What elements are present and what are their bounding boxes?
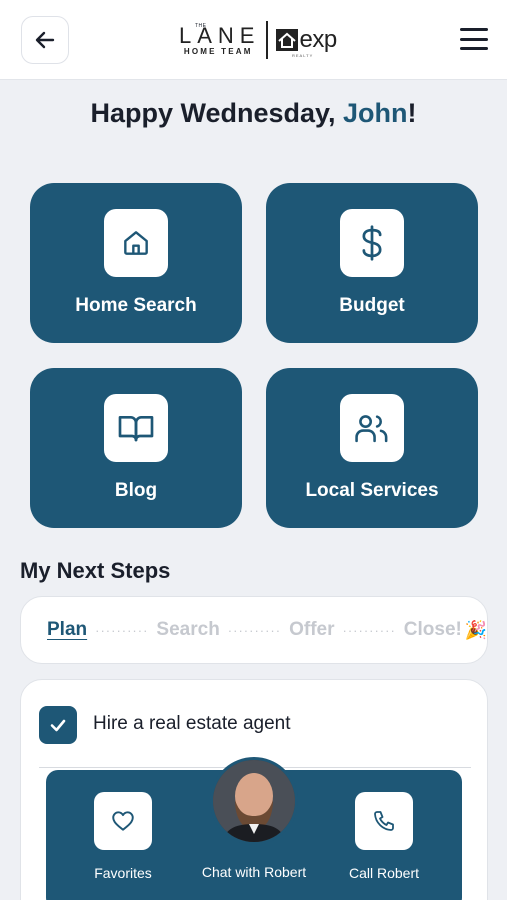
task-checkbox[interactable] [39, 706, 77, 744]
call-button[interactable] [355, 792, 413, 850]
dollar-icon [362, 225, 382, 261]
tile-icon-box [340, 394, 404, 462]
step-plan[interactable]: Plan [47, 619, 87, 641]
home-search-tile[interactable]: Home Search [30, 183, 242, 343]
greeting-suffix: ! [407, 98, 417, 128]
step-offer[interactable]: Offer [289, 619, 334, 641]
tile-label: Local Services [305, 480, 439, 501]
party-popper-icon: 🎉 [464, 619, 488, 640]
app-header: THE LANE HOME TEAM exp REALTY [0, 0, 507, 80]
arrow-left-icon [35, 31, 55, 49]
logo-home-team-text: HOME TEAM [183, 46, 253, 56]
greeting-name: John [343, 98, 408, 128]
step-connector: ·········· [342, 622, 396, 638]
step-close[interactable]: Close! [404, 619, 462, 641]
back-button[interactable] [21, 16, 69, 64]
tile-icon-box [104, 209, 168, 277]
checkmark-icon [50, 719, 66, 732]
menu-line [460, 37, 488, 41]
agent-photo [213, 760, 295, 842]
tile-label: Blog [114, 480, 158, 501]
house-icon [124, 231, 148, 255]
greeting-heading: Happy Wednesday, John! [0, 98, 507, 129]
heart-icon [112, 811, 134, 831]
exp-house-icon [276, 29, 299, 51]
favorites-label: Favorites [94, 865, 152, 881]
step-connector: ·········· [227, 622, 282, 638]
book-icon [118, 416, 154, 442]
local-services-tile[interactable]: Local Services [266, 368, 478, 528]
menu-button[interactable] [460, 28, 488, 50]
logo-divider [266, 21, 269, 59]
favorites-button[interactable] [94, 792, 152, 850]
tile-label: Home Search [75, 295, 197, 316]
next-steps-title: My Next Steps [20, 558, 171, 583]
phone-icon [374, 811, 394, 831]
greeting-prefix: Happy Wednesday, [90, 98, 344, 128]
step-connector: ·········· [95, 622, 149, 638]
tile-label: Budget [339, 295, 405, 316]
logo-lane-text: LANE [179, 22, 261, 48]
task-label: Hire a real estate agent [93, 713, 291, 734]
agent-avatar[interactable] [210, 757, 298, 845]
chat-label[interactable]: Chat with Robert [184, 864, 324, 880]
steps-progress: Plan ·········· Search ·········· Offer … [20, 596, 488, 664]
step-search[interactable]: Search [156, 619, 219, 641]
people-icon [355, 415, 388, 443]
logo-realty-text: REALTY [292, 53, 314, 58]
tile-icon-box [340, 209, 404, 277]
logo-exp-text: exp [299, 26, 337, 53]
call-label: Call Robert [348, 865, 420, 881]
lane-logo: THE LANE HOME TEAM [176, 22, 261, 56]
brand-logo: THE LANE HOME TEAM exp REALTY [176, 20, 337, 60]
budget-tile[interactable]: Budget [266, 183, 478, 343]
menu-line [460, 47, 488, 50]
logo-the-text: THE [195, 22, 207, 29]
blog-tile[interactable]: Blog [30, 368, 242, 528]
hamburger-menu-icon [460, 28, 488, 31]
tile-icon-box [104, 394, 168, 462]
